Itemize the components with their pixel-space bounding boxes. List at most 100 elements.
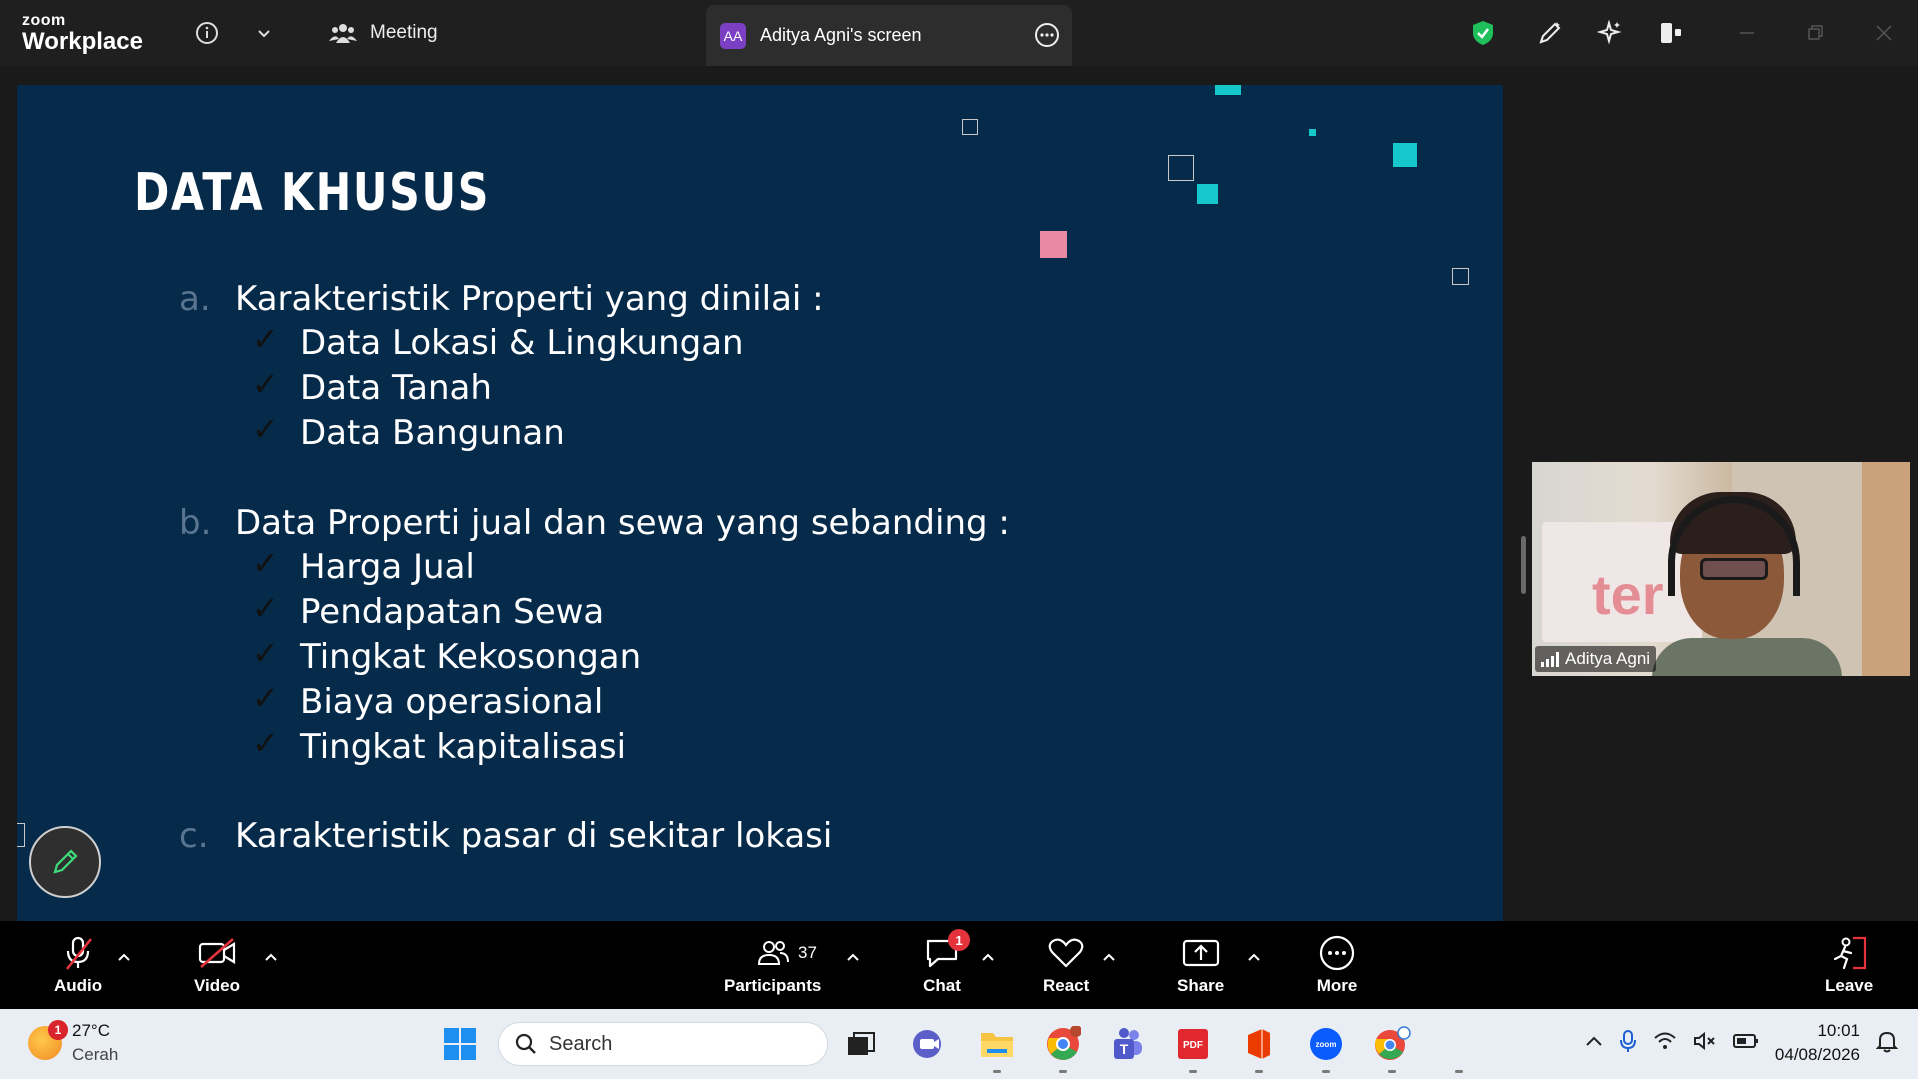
chat-unread-badge: 1 xyxy=(948,929,970,951)
checkmark-icon: ✓ xyxy=(252,410,279,448)
meeting-label[interactable]: Meeting xyxy=(370,22,438,44)
notifications-bell-icon[interactable] xyxy=(1875,1029,1899,1058)
leave-button[interactable]: Leave xyxy=(1825,933,1873,996)
logo-small-text: zoom xyxy=(22,12,66,29)
chat-button[interactable]: 1 Chat xyxy=(920,929,970,996)
leave-icon xyxy=(1827,933,1871,973)
section-heading-text: Karakteristik Properti yang dinilai : xyxy=(235,279,824,319)
maximize-icon[interactable] xyxy=(1800,18,1830,48)
list-item-text: Tingkat kapitalisasi xyxy=(300,727,627,767)
more-button[interactable]: More xyxy=(1315,933,1359,996)
office-app-icon[interactable] xyxy=(1238,1023,1280,1073)
video-label: Video xyxy=(194,976,240,995)
chrome-profile-icon[interactable] xyxy=(1371,1023,1413,1073)
share-button[interactable]: Share xyxy=(1177,933,1224,996)
section-b-heading: b. Data Properti jual dan sewa yang seba… xyxy=(179,503,1010,543)
weather-condition: Cerah xyxy=(72,1045,119,1064)
meet-app-icon[interactable] xyxy=(908,1023,950,1065)
checkmark-icon: ✓ xyxy=(252,320,279,358)
decor-square xyxy=(1393,143,1417,167)
taskbar-search-input[interactable]: Search xyxy=(498,1022,828,1066)
info-icon[interactable] xyxy=(192,18,222,48)
checkmark-icon: ✓ xyxy=(252,679,279,717)
volume-muted-icon[interactable] xyxy=(1693,1031,1717,1056)
video-options-caret-icon[interactable] xyxy=(261,947,281,967)
checkmark-icon: ✓ xyxy=(252,365,279,403)
leave-label: Leave xyxy=(1825,976,1874,995)
react-label: React xyxy=(1043,976,1090,995)
minimize-icon[interactable] xyxy=(1732,18,1762,48)
chat-label: Chat xyxy=(923,976,961,995)
weather-sun-icon: 1 xyxy=(28,1020,68,1060)
list-item-text: Data Tanah xyxy=(300,368,492,408)
chrome-icon[interactable] xyxy=(1042,1023,1084,1073)
title-bar: zoom Workplace Meeting AA Aditya Agni's … xyxy=(0,0,1918,66)
list-item: ✓ Tingkat kapitalisasi xyxy=(252,724,627,767)
list-item-text: Tingkat Kekosongan xyxy=(300,637,642,677)
list-item: ✓ Data Lokasi & Lingkungan xyxy=(252,320,744,363)
task-view-icon[interactable] xyxy=(840,1023,882,1065)
battery-icon[interactable] xyxy=(1732,1033,1759,1054)
zoom-app-icon[interactable]: zoom xyxy=(1305,1023,1347,1073)
shared-screen-tab[interactable]: AA Aditya Agni's screen xyxy=(706,5,1072,66)
meeting-participants-icon xyxy=(328,18,358,48)
wifi-icon[interactable] xyxy=(1653,1031,1677,1056)
more-icon xyxy=(1315,933,1359,973)
more-options-icon[interactable] xyxy=(1034,22,1060,48)
annotate-pen-button[interactable] xyxy=(29,826,101,898)
meeting-stage: DATA KHUSUS a. Karakteristik Properti ya… xyxy=(0,66,1918,921)
svg-text:zoom: zoom xyxy=(1316,1040,1337,1049)
weather-widget[interactable]: 1 27°C Cerah xyxy=(28,1019,118,1067)
list-item: ✓ Harga Jual xyxy=(252,544,475,587)
participants-count: 37 xyxy=(798,943,817,962)
pdf-app-icon[interactable]: PDF xyxy=(1172,1023,1214,1073)
participant-shirt xyxy=(1652,638,1842,676)
windows-taskbar: 1 27°C Cerah Search T PDF zoom 10:01 04/… xyxy=(0,1009,1918,1079)
participants-label: Participants xyxy=(724,976,822,995)
list-item: ✓ Data Bangunan xyxy=(252,410,565,453)
ai-companion-sparkle-icon[interactable] xyxy=(1595,18,1625,48)
decor-square xyxy=(1309,129,1316,136)
shared-slide: DATA KHUSUS a. Karakteristik Properti ya… xyxy=(17,85,1503,921)
close-icon[interactable] xyxy=(1869,18,1899,48)
video-button[interactable]: Video xyxy=(194,933,240,996)
search-icon xyxy=(515,1033,536,1054)
participant-video-tile[interactable]: ter Aditya Agni xyxy=(1532,462,1910,676)
shared-screen-label: Aditya Agni's screen xyxy=(760,25,922,45)
annotate-pen-icon[interactable] xyxy=(1535,18,1565,48)
search-placeholder: Search xyxy=(549,1032,613,1055)
share-label: Share xyxy=(1177,976,1225,995)
clock[interactable]: 10:01 04/08/2026 xyxy=(1775,1019,1860,1067)
heart-icon xyxy=(1044,933,1088,973)
zoom-workplace-logo: zoom Workplace xyxy=(22,13,143,54)
react-options-caret-icon[interactable] xyxy=(1099,947,1119,967)
chat-bubble-icon: 1 xyxy=(920,929,970,973)
participants-options-caret-icon[interactable] xyxy=(843,947,863,967)
taskbar-app-indicator[interactable] xyxy=(1438,1023,1480,1073)
list-item-text: Harga Jual xyxy=(300,547,475,587)
presenter-avatar: AA xyxy=(720,23,746,49)
chevron-down-icon[interactable] xyxy=(249,18,279,48)
panel-resize-handle[interactable] xyxy=(1521,536,1526,594)
slide-title: DATA KHUSUS xyxy=(134,163,491,223)
share-options-caret-icon[interactable] xyxy=(1244,947,1264,967)
show-hidden-icons-chevron-icon[interactable] xyxy=(1585,1034,1603,1052)
participant-name-chip: Aditya Agni xyxy=(1535,646,1657,672)
decor-square xyxy=(17,823,25,847)
teams-icon[interactable]: T xyxy=(1105,1023,1147,1065)
svg-text:T: T xyxy=(1120,1041,1129,1057)
file-explorer-icon[interactable] xyxy=(976,1023,1018,1073)
audio-options-caret-icon[interactable] xyxy=(114,947,134,967)
view-layout-icon[interactable] xyxy=(1656,18,1686,48)
chat-options-caret-icon[interactable] xyxy=(978,947,998,967)
decor-square xyxy=(1168,155,1194,181)
microphone-in-use-icon[interactable] xyxy=(1619,1029,1637,1058)
security-shield-icon[interactable] xyxy=(1468,18,1498,48)
list-item: ✓ Data Tanah xyxy=(252,365,492,408)
react-button[interactable]: React xyxy=(1043,933,1089,996)
logo-big-text: Workplace xyxy=(22,28,143,55)
windows-start-icon[interactable] xyxy=(439,1023,481,1065)
list-item-text: Data Lokasi & Lingkungan xyxy=(300,323,744,363)
audio-button[interactable]: Audio xyxy=(54,933,102,996)
list-item: ✓ Biaya operasional xyxy=(252,679,603,722)
